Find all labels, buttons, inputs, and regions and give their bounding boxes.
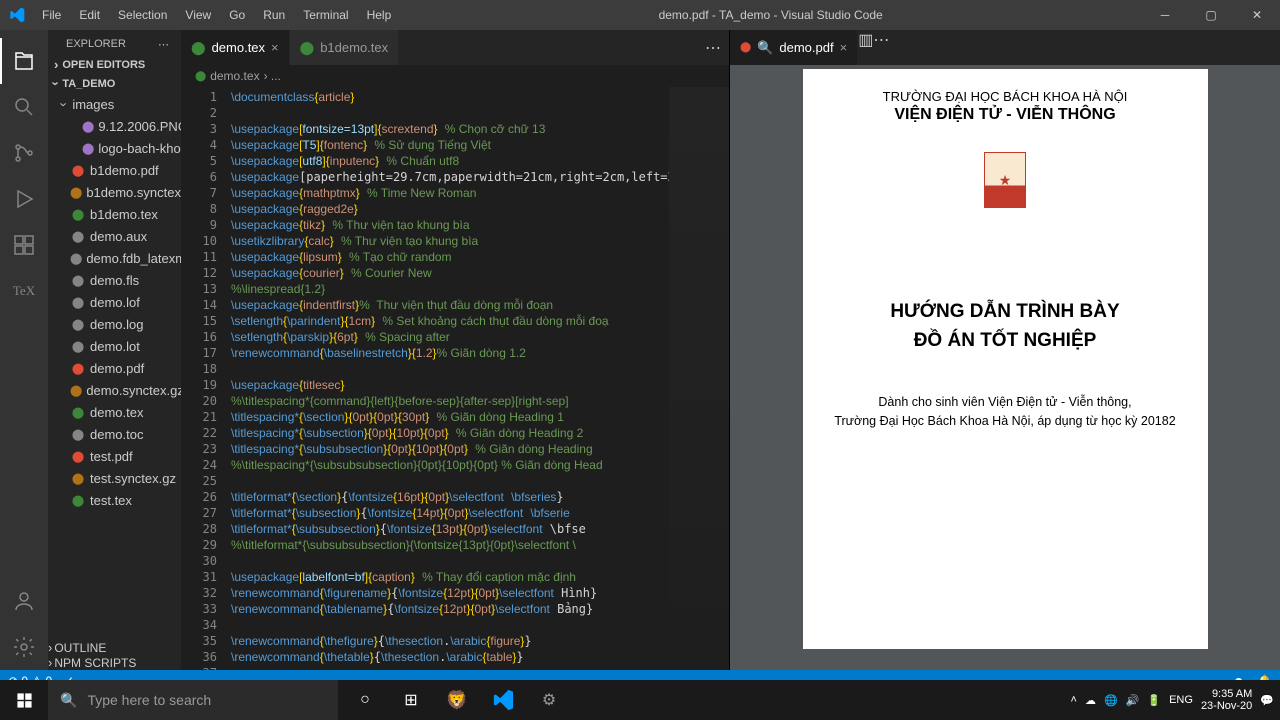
tray-volume-icon[interactable]: 🔊 [1126,694,1140,707]
pdf-preview-group: ⬤🔍demo.pdf× ▥ ⋯ TRƯỜNG ĐẠI HỌC BÁCH KHOA… [730,30,1280,670]
outline-section[interactable]: OUTLINE [48,640,181,655]
maximize-button[interactable]: ▢ [1188,0,1234,30]
run-debug-icon[interactable] [0,176,48,222]
file-item[interactable]: ⬤demo.log [56,313,181,335]
menu-bar: File Edit Selection View Go Run Terminal… [34,4,399,26]
cortana-icon[interactable]: ○ [342,680,388,720]
file-item[interactable]: ⬤demo.aux [56,225,181,247]
code-content[interactable]: \documentclass{article} \usepackage[font… [231,87,669,670]
menu-selection[interactable]: Selection [110,4,175,26]
tray-battery-icon[interactable]: 🔋 [1147,694,1161,707]
pdf-department: VIỆN ĐIỆN TỬ - VIỄN THÔNG [827,106,1184,124]
split-editor-icon[interactable]: ▥ [858,30,873,65]
explorer-more-icon[interactable]: ⋯ [158,38,169,51]
file-item[interactable]: ⬤9.12.2006.PNG [56,115,181,137]
pdf-title: HƯỚNG DẪN TRÌNH BÀY ĐỒ ÁN TỐT NGHIỆP [827,298,1184,355]
taskbar-clock[interactable]: 9:35 AM 23-Nov-20 [1201,688,1252,712]
task-view-icon[interactable]: ⊞ [388,680,434,720]
latex-icon[interactable]: TeX [0,268,48,314]
folder-section[interactable]: TA_DEMO [48,74,181,93]
code-editor-group: ⬤demo.tex× ⬤b1demo.tex ⋯ ⬤demo.tex› ... … [181,30,730,670]
pdf-viewer[interactable]: TRƯỜNG ĐẠI HỌC BÁCH KHOA HÀ NỘI VIỆN ĐIỆ… [730,65,1280,670]
minimize-button[interactable]: ─ [1142,0,1188,30]
editor-tabs: ⬤demo.tex× ⬤b1demo.tex ⋯ [181,30,729,65]
tray-network-icon[interactable]: 🌐 [1104,694,1118,707]
source-control-icon[interactable] [0,130,48,176]
start-button[interactable] [0,692,48,709]
npm-section[interactable]: NPM SCRIPTS [48,655,181,670]
explorer-sidebar: EXPLORER ⋯ OPEN EDITORS TA_DEMO images ⬤… [48,30,181,670]
menu-help[interactable]: Help [359,4,400,26]
file-item[interactable]: ⬤test.synctex.gz [56,467,181,489]
file-item[interactable]: ⬤test.pdf [56,445,181,467]
pdf-logo: ★ [984,152,1026,208]
pdf-university: TRƯỜNG ĐẠI HỌC BÁCH KHOA HÀ NỘI [827,89,1184,104]
file-item[interactable]: ⬤b1demo.tex [56,203,181,225]
tray-onedrive-icon[interactable]: ☁ [1085,694,1096,707]
activity-bar: TeX [0,30,48,670]
menu-run[interactable]: Run [255,4,293,26]
menu-edit[interactable]: Edit [71,4,108,26]
menu-view[interactable]: View [177,4,219,26]
file-item[interactable]: ⬤demo.fdb_latexmk [56,247,181,269]
search-icon: 🔍 [60,692,77,709]
search-placeholder: Type here to search [87,692,211,708]
system-tray[interactable]: ˄ ☁ 🌐 🔊 🔋 ENG 9:35 AM 23-Nov-20 💬 [1071,688,1280,712]
search-icon[interactable] [0,84,48,130]
pdf-page: TRƯỜNG ĐẠI HỌC BÁCH KHOA HÀ NỘI VIỆN ĐIỆ… [803,69,1208,649]
file-item[interactable]: ⬤demo.tex [56,401,181,423]
menu-terminal[interactable]: Terminal [295,4,356,26]
window-title: demo.pdf - TA_demo - Visual Studio Code [399,8,1142,22]
file-item[interactable]: ⬤demo.toc [56,423,181,445]
file-item[interactable]: ⬤b1demo.synctex.gz [56,181,181,203]
tab-demo-tex[interactable]: ⬤demo.tex× [181,30,290,65]
explorer-icon[interactable] [0,38,48,84]
minimap[interactable] [669,87,729,670]
settings-taskbar-icon[interactable]: ⚙ [526,680,572,720]
vscode-logo-icon [0,7,34,23]
file-item[interactable]: ⬤test.tex [56,489,181,511]
open-editors-section[interactable]: OPEN EDITORS [48,55,181,74]
close-button[interactable]: ✕ [1234,0,1280,30]
pdf-subtitle: Dành cho sinh viên Viện Điện tử - Viễn t… [827,393,1184,431]
file-item[interactable]: ⬤demo.lof [56,291,181,313]
file-item[interactable]: ⬤demo.lot [56,335,181,357]
windows-taskbar: 🔍 Type here to search ○ ⊞ 🦁 ⚙ ˄ ☁ 🌐 🔊 🔋 … [0,680,1280,720]
close-icon[interactable]: × [271,40,279,55]
close-icon[interactable]: × [840,40,848,55]
tray-notifications-icon[interactable]: 💬 [1260,694,1274,707]
title-bar: File Edit Selection View Go Run Terminal… [0,0,1280,30]
editor-more-icon[interactable]: ⋯ [697,30,729,65]
line-numbers: 1234567891011121314151617181920212223242… [181,87,231,670]
folder-images[interactable]: images [56,93,181,115]
taskbar-search[interactable]: 🔍 Type here to search [48,680,338,720]
tab-b1demo-tex[interactable]: ⬤b1demo.tex [290,30,400,65]
explorer-title: EXPLORER [66,38,126,51]
tray-language[interactable]: ENG [1169,694,1193,706]
file-item[interactable]: ⬤demo.pdf [56,357,181,379]
breadcrumb[interactable]: ⬤demo.tex› ... [181,65,729,87]
extensions-icon[interactable] [0,222,48,268]
file-item[interactable]: ⬤logo-bach-khoa-ha-... [56,137,181,159]
menu-go[interactable]: Go [221,4,253,26]
brave-icon[interactable]: 🦁 [434,680,480,720]
file-item[interactable]: ⬤demo.synctex.gz [56,379,181,401]
tab-demo-pdf[interactable]: ⬤🔍demo.pdf× [730,30,858,65]
vscode-taskbar-icon[interactable] [480,680,526,720]
settings-gear-icon[interactable] [0,624,48,670]
file-item[interactable]: ⬤b1demo.pdf [56,159,181,181]
accounts-icon[interactable] [0,578,48,624]
tray-chevron-icon[interactable]: ˄ [1071,694,1077,706]
file-item[interactable]: ⬤demo.fls [56,269,181,291]
editor-more-icon[interactable]: ⋯ [873,30,889,65]
menu-file[interactable]: File [34,4,69,26]
